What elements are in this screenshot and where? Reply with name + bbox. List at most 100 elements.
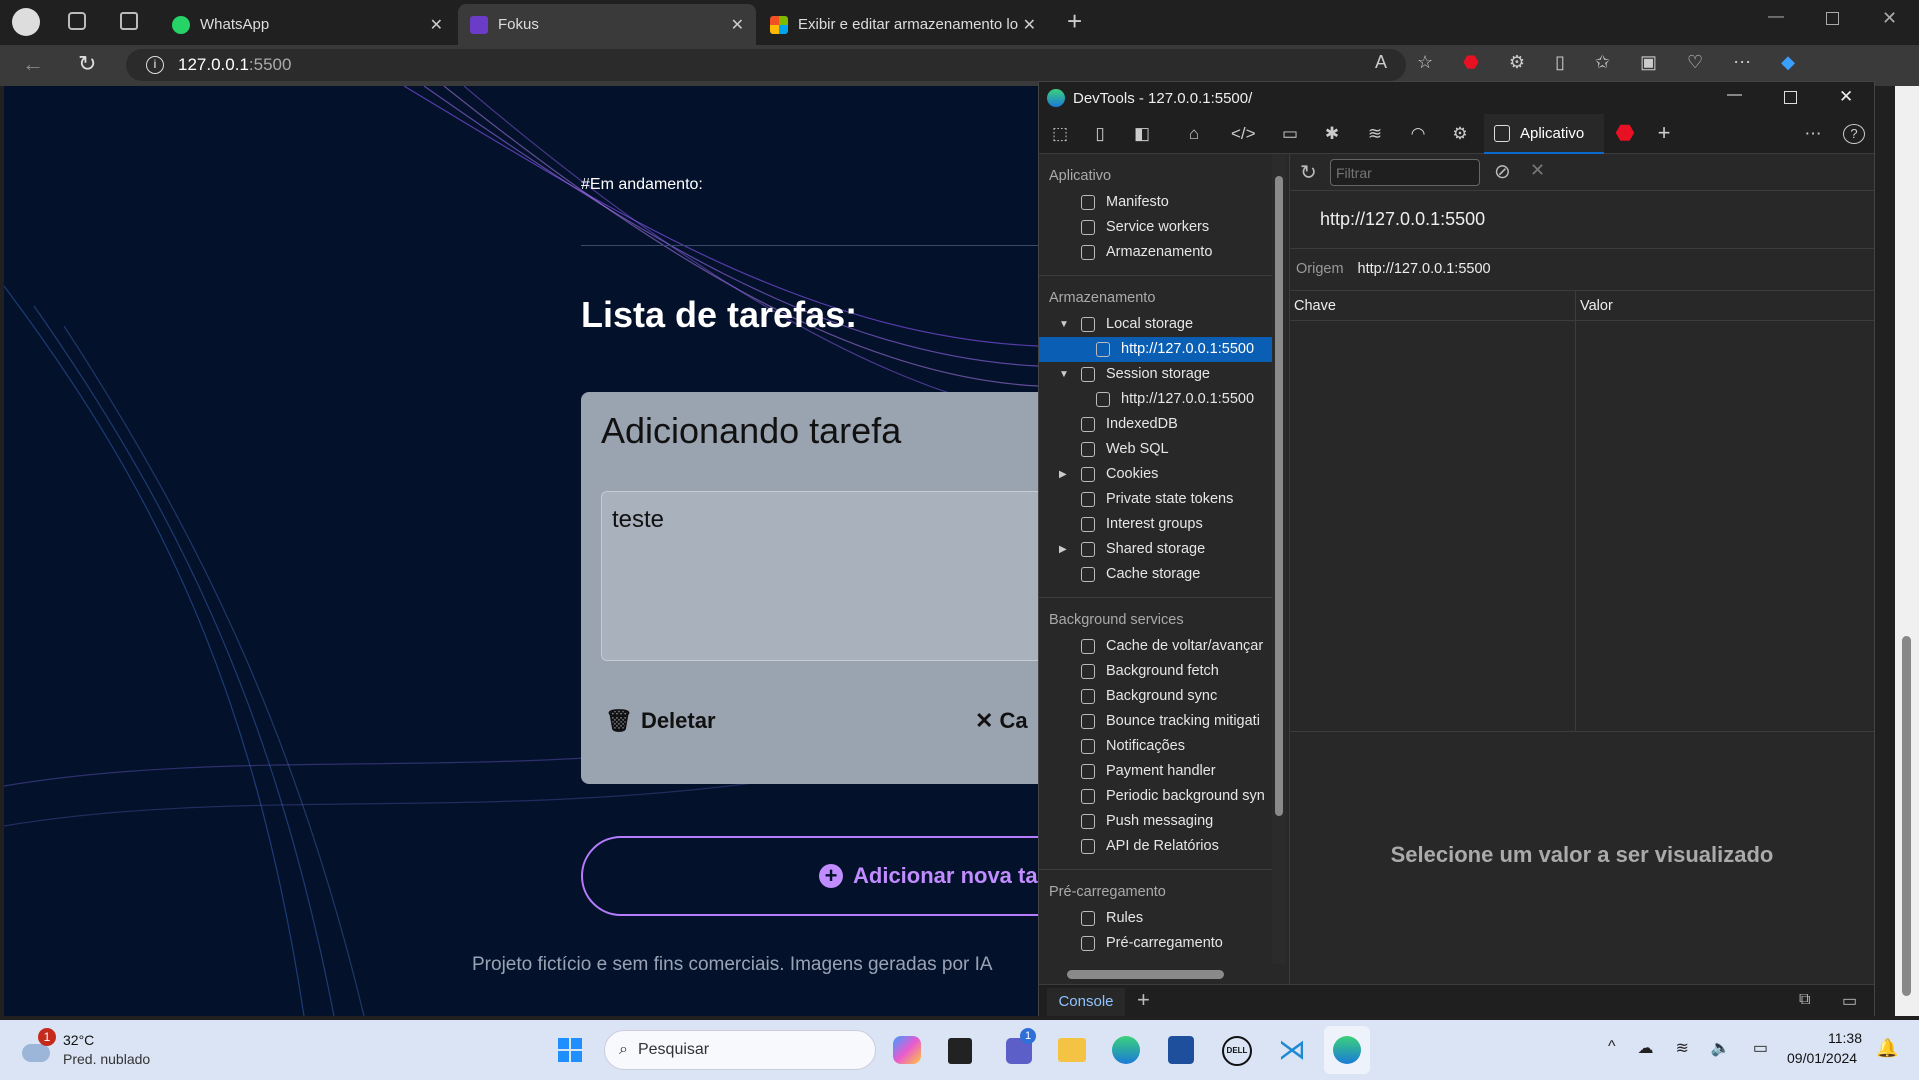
sidebar-h-scrollbar[interactable] [1039,964,1286,984]
sidebar-item[interactable]: Push messaging [1039,809,1272,834]
adblock-icon[interactable]: ⬣ [1614,120,1636,145]
extensions-icon[interactable]: ⚙ [1509,52,1525,73]
performance-icon[interactable]: ◠ [1407,124,1429,144]
volume-icon[interactable]: 🔈 [1711,1038,1731,1058]
tab-console[interactable]: Console [1047,988,1125,1016]
more-options-icon[interactable]: ⋯ [1802,124,1824,144]
sidebar-item[interactable]: Web SQL [1039,437,1272,462]
search-box[interactable]: ⌕ Pesquisar [604,1030,876,1070]
edge-dev-icon[interactable] [1324,1026,1370,1074]
add-task-button[interactable]: + Adicionar nova ta [581,836,1038,916]
edge-icon[interactable] [1112,1036,1140,1064]
collections-icon[interactable]: ▣ [1640,52,1657,73]
address-input[interactable]: i 127.0.0.1:5500 [126,49,1406,81]
dell-icon[interactable]: DELL [1222,1036,1252,1066]
sidebar-item[interactable]: IndexedDB [1039,412,1272,437]
weather-widget[interactable]: 1 32°C Pred. nublado [20,1028,170,1072]
minimize-button[interactable]: — [1768,8,1784,26]
task-textarea[interactable]: teste [601,491,1038,661]
favorites-icon[interactable]: ✩ [1595,52,1610,73]
more-icon[interactable]: ⋯ [1733,52,1751,73]
adblock-icon[interactable]: ⬣ [1463,52,1479,73]
close-drawer-icon[interactable]: ▭ [1842,991,1857,1011]
clear-all-icon[interactable]: ⊘ [1494,159,1511,184]
notification-bell-icon[interactable]: 🔔 [1876,1038,1898,1059]
clock-time[interactable]: 11:38 [1828,1030,1862,1046]
sidebar-item[interactable]: ▼ Local storage [1039,312,1272,337]
workspaces-icon[interactable] [68,12,86,30]
onedrive-icon[interactable]: ☁ [1638,1038,1654,1058]
collapsed-triangle-icon[interactable]: ▶ [1059,537,1067,562]
expanded-triangle-icon[interactable]: ▼ [1059,362,1069,387]
tab-whatsapp[interactable]: WhatsApp ✕ [160,4,455,45]
sidebar-item[interactable]: Rules [1039,906,1272,931]
clock-date[interactable]: 09/01/2024 [1787,1050,1857,1066]
start-button[interactable] [556,1036,584,1064]
inspect-icon[interactable]: ⬚ [1049,124,1071,144]
sidebar-item[interactable]: Bounce tracking mitigati [1039,709,1272,734]
network-icon[interactable]: ≋ [1364,124,1386,144]
split-screen-icon[interactable]: ▯ [1555,52,1565,73]
column-key[interactable]: Chave [1294,291,1336,321]
sidebar-item[interactable]: ▼ Session storage [1039,362,1272,387]
refresh-button[interactable]: ↻ [78,51,96,77]
device-emulation-icon[interactable]: ▯ [1089,124,1111,144]
vertical-tabs-icon[interactable] [120,12,138,30]
copilot-icon[interactable] [893,1036,921,1064]
close-icon[interactable]: ✕ [731,15,744,35]
expanded-triangle-icon[interactable]: ▼ [1059,312,1069,337]
close-window-button[interactable]: ✕ [1882,8,1897,29]
delete-selected-icon[interactable]: ✕ [1530,160,1545,181]
sidebar-item[interactable]: ▶ Shared storage [1039,537,1272,562]
back-button[interactable]: ← [22,51,44,77]
sidebar-item[interactable]: Armazenamento [1039,240,1272,265]
console-icon[interactable]: ▭ [1279,124,1301,144]
sidebar-item[interactable]: Payment handler [1039,759,1272,784]
dock-drawer-icon[interactable]: ⧉ [1799,991,1810,1009]
sidebar-item[interactable]: http://127.0.0.1:5500 [1039,337,1272,362]
favorite-icon[interactable]: ☆ [1417,52,1433,73]
sidebar-item[interactable]: Notificações [1039,734,1272,759]
close-button[interactable]: ✕ [1839,87,1853,107]
info-icon[interactable]: i [146,56,164,74]
collapsed-triangle-icon[interactable]: ▶ [1059,462,1067,487]
page-scrollbar[interactable] [1895,86,1919,1016]
profile-icon[interactable] [12,8,40,36]
new-tab-button[interactable]: + [1067,6,1082,37]
sidebar-item[interactable]: Cache de voltar/avançar [1039,634,1272,659]
maximize-button[interactable] [1784,91,1797,104]
sidebar-item[interactable]: Manifesto [1039,190,1272,215]
sidebar-item[interactable]: http://127.0.0.1:5500 [1039,387,1272,412]
cancel-button[interactable]: ✕ Ca [975,708,1028,734]
health-icon[interactable]: ♡ [1687,52,1703,73]
delete-button[interactable]: 🗑 Deletar [605,708,716,734]
file-explorer-icon[interactable] [1058,1038,1086,1062]
sidebar-item[interactable]: Interest groups [1039,512,1272,537]
help-icon[interactable]: ? [1843,124,1865,144]
memory-icon[interactable]: ⚙ [1449,124,1471,144]
close-icon[interactable]: ✕ [430,15,443,35]
sidebar-item[interactable]: Private state tokens [1039,487,1272,512]
sidebar-item[interactable]: Background fetch [1039,659,1272,684]
welcome-icon[interactable]: ⌂ [1183,124,1205,144]
store-icon[interactable] [1168,1036,1194,1064]
sidebar-item[interactable]: Background sync [1039,684,1272,709]
restore-button[interactable] [1826,12,1839,25]
filter-input[interactable] [1330,159,1480,186]
add-drawer-tab-icon[interactable]: + [1137,987,1150,1013]
refresh-icon[interactable]: ↻ [1300,160,1317,185]
wifi-icon[interactable]: ≋ [1676,1038,1689,1058]
sidebar-item[interactable]: API de Relatórios [1039,834,1272,859]
sidebar-item[interactable]: Cache storage [1039,562,1272,587]
more-tools-icon[interactable]: + [1653,120,1675,145]
sources-icon[interactable]: ✱ [1321,124,1343,144]
close-icon[interactable]: ✕ [1023,15,1036,35]
sidebar-item[interactable]: Service workers [1039,215,1272,240]
sidebar-item[interactable]: Periodic background syn [1039,784,1272,809]
minimize-button[interactable]: — [1727,86,1742,103]
tab-fokus[interactable]: Fokus ✕ [458,4,756,45]
chevron-up-icon[interactable]: ^ [1608,1038,1616,1058]
battery-icon[interactable]: ▭ [1753,1038,1768,1058]
tab-aplicativo[interactable]: Aplicativo [1484,114,1604,154]
dock-icon[interactable]: ◧ [1131,124,1153,144]
